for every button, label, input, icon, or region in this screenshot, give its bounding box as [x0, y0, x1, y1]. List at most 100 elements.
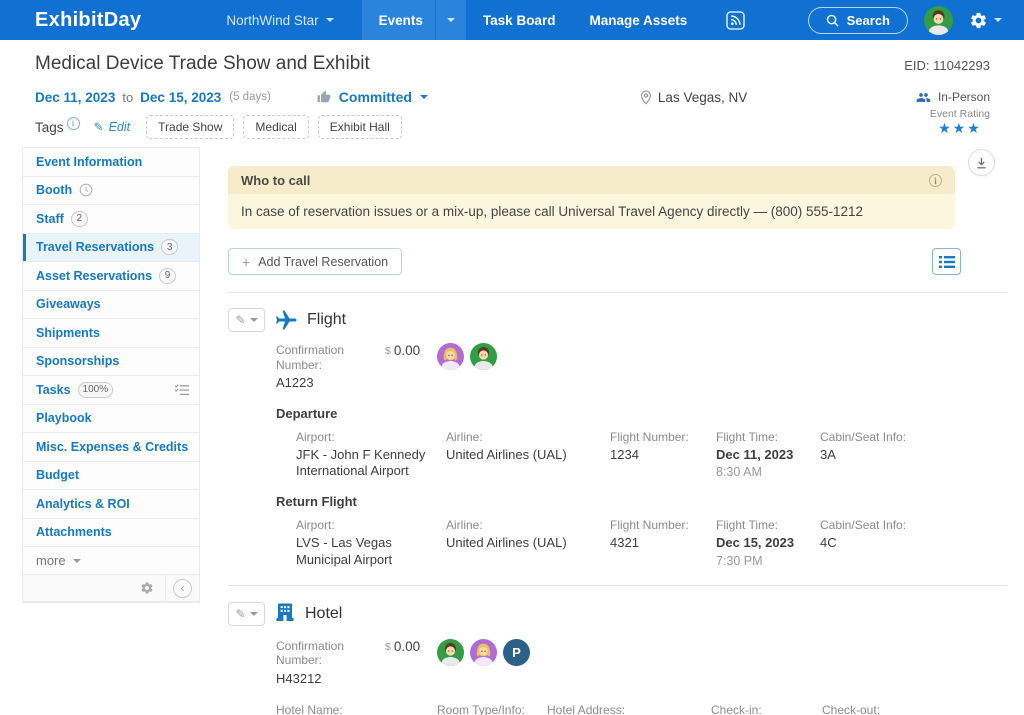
sidebar-collapse-button[interactable]: ‹ [165, 575, 199, 601]
sidebar-item-sponsorships[interactable]: Sponsorships [23, 347, 199, 376]
sidebar-footer: ‹ [23, 575, 199, 602]
download-button[interactable] [968, 149, 995, 176]
event-location: Las Vegas, NV [640, 90, 747, 105]
add-travel-reservation-button[interactable]: + Add Travel Reservation [228, 248, 403, 275]
hotel-edit-button[interactable]: ✎ [228, 602, 265, 627]
banner-title: Who to call [241, 173, 311, 188]
reservation-title: Hotel [305, 605, 343, 623]
tab-manage-assets[interactable]: Manage Assets [572, 0, 704, 40]
sidebar-item-playbook[interactable]: Playbook [23, 404, 199, 433]
field-cabin-seat: Cabin/Seat Info: 4C [820, 518, 1007, 568]
avatar-woman[interactable] [470, 639, 497, 666]
currency-symbol: $ [385, 345, 391, 357]
field-label: Airport: [296, 517, 335, 532]
sidebar-item-label: Event Information [36, 154, 143, 169]
sidebar-item-misc-expenses[interactable]: Misc. Expenses & Credits [23, 433, 199, 462]
cost-amount: 0.00 [393, 638, 421, 654]
feed-icon[interactable] [726, 0, 745, 40]
flight-reservation-card: ✎ Flight Confirmation Number: A1223 $ 0.… [228, 293, 1007, 568]
field-label: Flight Time: [716, 429, 779, 444]
sidebar-item-label: Budget [36, 468, 80, 483]
field-label: Airline: [446, 517, 483, 532]
field-hotel-address: Hotel Address: 221 N Rampart Blvd. Las V… [547, 703, 711, 715]
section-heading: Return Flight [276, 493, 357, 509]
field-airport: Airport: JFK - John F Kennedy Internatio… [296, 430, 446, 480]
field-flight-time: Flight Time: Dec 11, 2023 8:30 AM [716, 430, 820, 480]
status-dropdown[interactable]: Committed [317, 89, 428, 105]
tags-label: Tags [35, 119, 64, 135]
sidebar-item-staff[interactable]: Staff 2 [23, 205, 199, 234]
field-check-out: Check-out: Dec 15, 2023 12:00 PM [822, 703, 1007, 715]
field-room-type: Room Type/Info: King [437, 703, 547, 715]
count-badge: 9 [159, 267, 177, 284]
field-label: Flight Time: [716, 517, 779, 532]
info-icon[interactable]: i [66, 116, 80, 130]
avatar-man[interactable] [470, 343, 497, 370]
hotel-building-icon [274, 601, 296, 628]
sidebar-item-giveaways[interactable]: Giveaways [23, 290, 199, 319]
collapse-arrow-icon: ‹ [173, 578, 192, 598]
settings-menu[interactable] [969, 11, 1002, 30]
sidebar-item-event-information[interactable]: Event Information [23, 148, 199, 177]
sidebar-item-label: Shipments [36, 325, 100, 340]
sidebar-item-booth[interactable]: Booth [23, 176, 199, 205]
event-sidebar: Event Information Booth Staff 2 Travel R… [22, 147, 200, 603]
field-check-in: Check-in: Dec 11, 2023 2:30 PM [711, 703, 822, 715]
clock-icon [79, 183, 93, 197]
end-date-link[interactable]: Dec 15, 2023 [140, 90, 221, 105]
sidebar-item-label: Analytics & ROI [36, 496, 130, 511]
tab-events-dropdown[interactable] [434, 0, 466, 40]
chevron-down-icon [249, 318, 258, 322]
info-icon[interactable]: i [929, 174, 942, 187]
sidebar-item-budget[interactable]: Budget [23, 461, 199, 490]
tab-events[interactable]: Events [362, 0, 435, 40]
user-avatar[interactable] [924, 6, 953, 35]
field-label: Room Type/Info: [437, 703, 525, 715]
location-pin-icon [640, 90, 651, 105]
list-view-button[interactable] [932, 248, 961, 275]
event-format: In-Person [915, 90, 990, 105]
field-label: Hotel Name: [276, 703, 343, 715]
banner-body: In case of reservation issues or a mix-u… [228, 194, 955, 229]
chevron-down-icon [994, 18, 1002, 22]
field-label: Flight Number: [610, 429, 689, 444]
sidebar-item-analytics-roi[interactable]: Analytics & ROI [23, 490, 199, 519]
avatar-initial[interactable]: P [503, 638, 530, 666]
people-icon [916, 92, 931, 102]
more-label: more [36, 553, 66, 568]
avatar-man[interactable] [437, 639, 464, 666]
section-heading: Departure [276, 405, 338, 421]
sidebar-item-shipments[interactable]: Shipments [23, 319, 199, 348]
star-rating[interactable]: ★★★ [930, 120, 990, 137]
confirmation-value: H43212 [276, 671, 322, 686]
field-value: 3A [820, 447, 836, 463]
tag-chip: Medical [243, 115, 309, 139]
sidebar-settings-button[interactable] [140, 581, 154, 595]
sidebar-item-travel-reservations[interactable]: Travel Reservations 3 [23, 233, 199, 262]
app-logo[interactable]: ExhibitDay [35, 0, 141, 40]
reservation-cost: $ 0.00 [385, 639, 437, 654]
field-subvalue: 7:30 PM [716, 553, 763, 568]
event-id: EID: 11042293 [904, 58, 990, 73]
checklist-icon[interactable] [174, 383, 190, 396]
flight-edit-button[interactable]: ✎ [228, 308, 265, 332]
progress-badge: 100% [77, 381, 114, 398]
field-label: Airport: [296, 429, 335, 444]
start-date-link[interactable]: Dec 11, 2023 [35, 90, 115, 105]
edit-tags-link[interactable]: ✎ Edit [94, 120, 131, 134]
sidebar-item-tasks[interactable]: Tasks 100% [23, 376, 199, 405]
workspace-selector[interactable]: NorthWind Star [226, 0, 334, 40]
sidebar-item-attachments[interactable]: Attachments [23, 518, 199, 547]
tab-task-board[interactable]: Task Board [466, 0, 573, 40]
sidebar-more-toggle[interactable]: more [23, 547, 199, 575]
rating-label: Event Rating [929, 107, 990, 120]
guest-avatars: P [437, 638, 530, 666]
sidebar-item-label: Asset Reservations [36, 268, 153, 283]
status-label: Committed [338, 89, 412, 105]
search-button[interactable]: Search [807, 6, 908, 34]
sidebar-item-label: Misc. Expenses & Credits [36, 439, 189, 454]
chevron-down-icon [325, 18, 334, 22]
sidebar-item-asset-reservations[interactable]: Asset Reservations 9 [23, 262, 199, 291]
gear-icon [969, 11, 988, 30]
avatar-woman[interactable] [437, 343, 464, 370]
